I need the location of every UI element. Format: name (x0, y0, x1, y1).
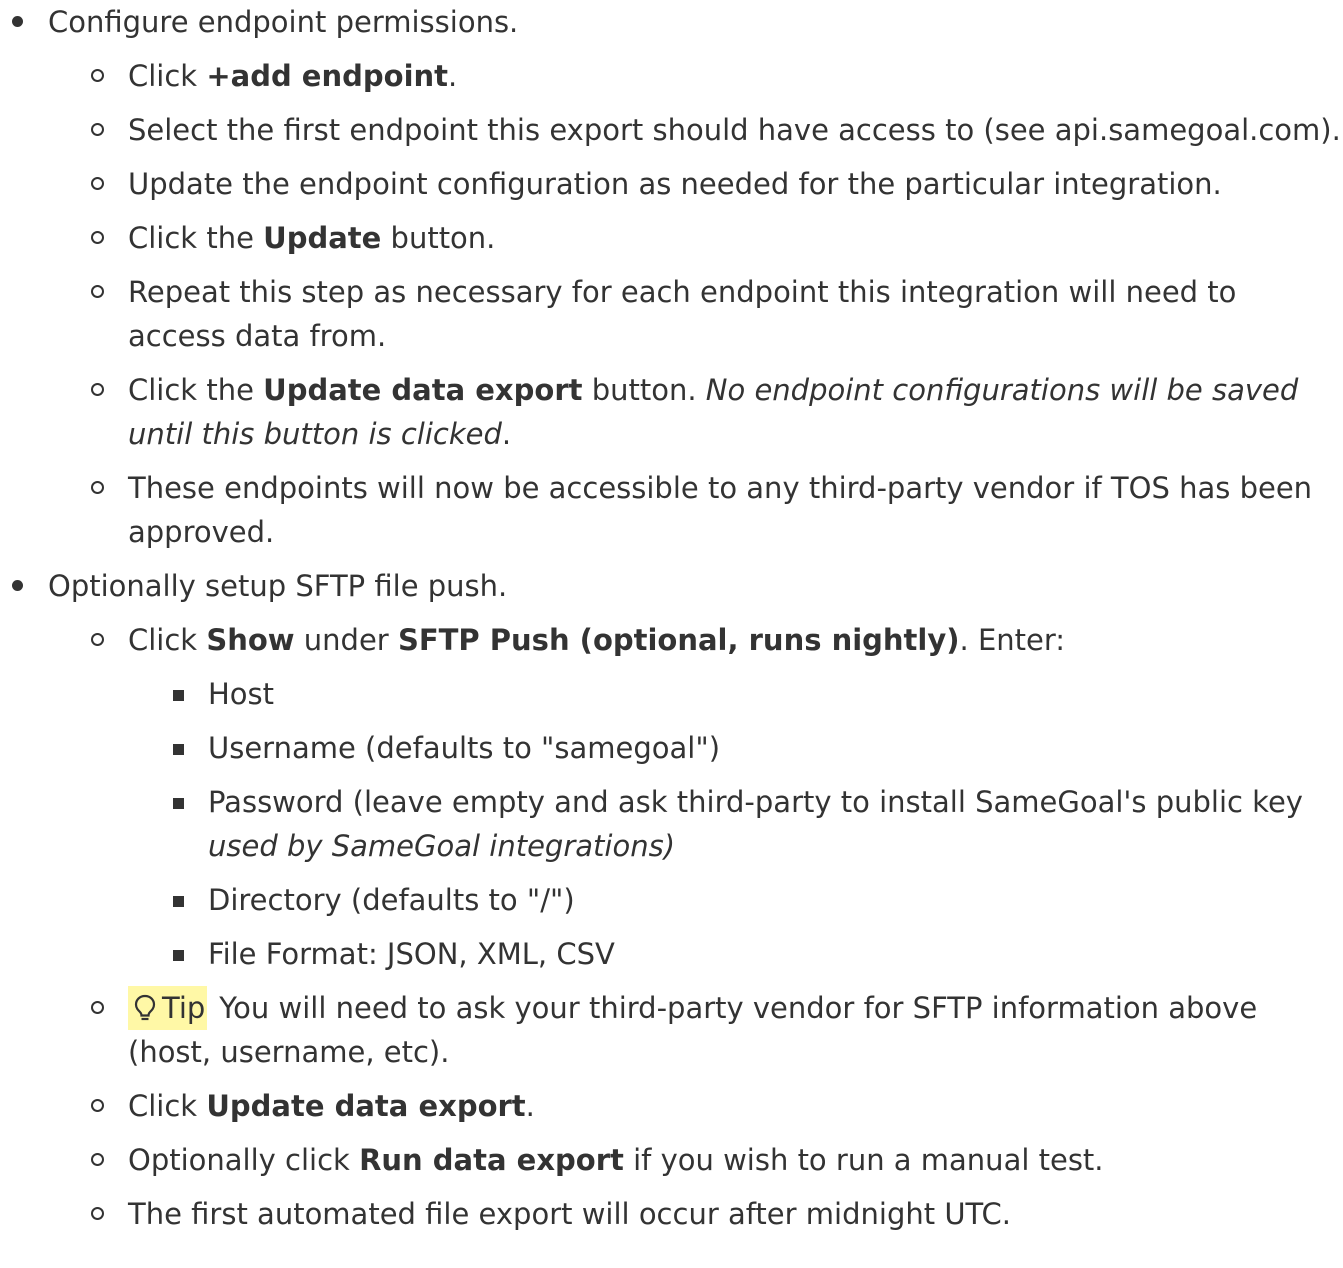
step-configure-endpoints: Configure endpoint permissions. Click +a… (0, 0, 1343, 554)
list-item: Directory (defaults to "/") (160, 878, 1343, 922)
list-item: Optionally click Run data export if you … (80, 1138, 1343, 1182)
bullet-square (173, 690, 184, 701)
list-item: These endpoints will now be accessible t… (80, 466, 1343, 554)
list-item: The first automated file export will occ… (80, 1192, 1343, 1236)
bullet-circle (91, 481, 104, 494)
list-item: Host (160, 672, 1343, 716)
run-data-export-label: Run data export (359, 1143, 624, 1177)
update-data-export-label: Update data export (206, 1089, 526, 1123)
bullet-circle (91, 231, 104, 244)
bullet-circle (91, 177, 104, 190)
list-item: Username (defaults to "samegoal") (160, 726, 1343, 770)
bullet-circle (91, 123, 104, 136)
bullet-square (173, 950, 184, 961)
bullet-circle (91, 69, 104, 82)
bullet-square (173, 744, 184, 755)
list-item: Click Update data export. (80, 1084, 1343, 1128)
show-label: Show (206, 623, 295, 657)
list-item: File Format: JSON, XML, CSV (160, 932, 1343, 976)
list-item: Update the endpoint configuration as nee… (80, 162, 1343, 206)
list-item: Click the Update button. (80, 216, 1343, 260)
instructions-list: Configure endpoint permissions. Click +a… (0, 0, 1343, 1236)
list-item: Password (leave empty and ask third-part… (160, 780, 1343, 868)
bullet-circle (91, 1099, 104, 1112)
bullet-disc (12, 16, 23, 27)
bullet-square (173, 798, 184, 809)
sftp-fields-list: Host Username (defaults to "samegoal") P… (128, 672, 1343, 976)
bullet-disc (12, 580, 23, 591)
step-sftp-push: Optionally setup SFTP file push. Click S… (0, 564, 1343, 1236)
sub-list: Click +add endpoint. Select the first en… (48, 54, 1343, 554)
list-item: Click Show under SFTP Push (optional, ru… (80, 618, 1343, 976)
list-item: Click the Update data export button. No … (80, 368, 1343, 456)
bullet-circle (91, 383, 104, 396)
step-text: Configure endpoint permissions. (48, 5, 519, 39)
bullet-circle (91, 1001, 104, 1014)
sub-list: Click Show under SFTP Push (optional, ru… (48, 618, 1343, 1236)
bullet-circle (91, 1207, 104, 1220)
bullet-square (173, 896, 184, 907)
list-item: Select the first endpoint this export sh… (80, 108, 1343, 152)
bullet-circle (91, 633, 104, 646)
tip-badge: Tip (128, 986, 208, 1030)
bullet-circle (91, 1153, 104, 1166)
sftp-push-label: SFTP Push (optional, runs nightly) (397, 623, 960, 657)
list-item: Tip You will need to ask your third-party… (80, 986, 1343, 1074)
lightbulb-icon (134, 994, 156, 1021)
add-endpoint-label: +add endpoint (206, 59, 449, 93)
list-item: Repeat this step as necessary for each e… (80, 270, 1343, 358)
update-data-export-label: Update data export (263, 373, 583, 407)
update-label: Update (263, 221, 382, 255)
bullet-circle (91, 285, 104, 298)
step-text: Optionally setup SFTP file push. (48, 569, 508, 603)
list-item: Click +add endpoint. (80, 54, 1343, 98)
